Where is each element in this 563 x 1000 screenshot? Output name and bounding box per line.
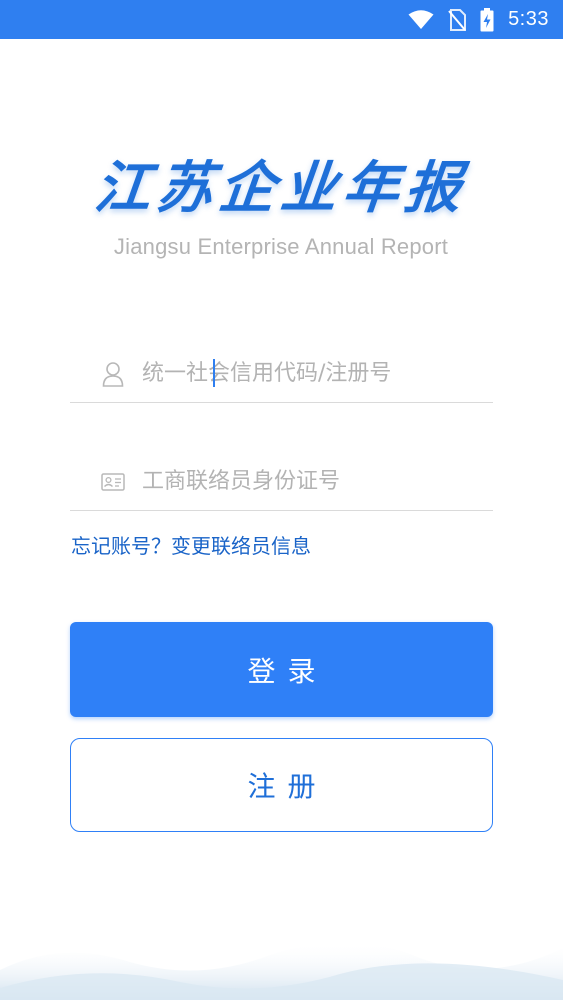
status-time: 5:33 bbox=[508, 8, 549, 30]
wifi-icon bbox=[408, 9, 434, 30]
logo-title: 江苏企业年报 bbox=[91, 155, 471, 221]
login-button[interactable]: 登录 bbox=[70, 622, 493, 717]
bottom-cloud-decoration bbox=[0, 900, 563, 1000]
register-button[interactable]: 注册 bbox=[70, 738, 493, 832]
text-caret bbox=[213, 359, 215, 387]
forgot-account-link[interactable]: 忘记账号？变更联络员信息 bbox=[71, 530, 311, 559]
battery-charging-icon bbox=[480, 7, 494, 32]
credit-code-field bbox=[70, 345, 493, 403]
logo-subtitle: Jiangsu Enterprise Annual Report bbox=[113, 234, 449, 259]
credit-code-input[interactable] bbox=[142, 353, 493, 394]
status-bar: 5:33 bbox=[0, 0, 563, 39]
id-number-input[interactable] bbox=[142, 461, 493, 502]
app-logo: 江苏企业年报 bbox=[66, 150, 496, 226]
id-number-field bbox=[70, 453, 493, 511]
user-icon bbox=[70, 361, 142, 387]
no-sim-icon bbox=[448, 8, 467, 31]
id-card-icon bbox=[70, 472, 142, 491]
